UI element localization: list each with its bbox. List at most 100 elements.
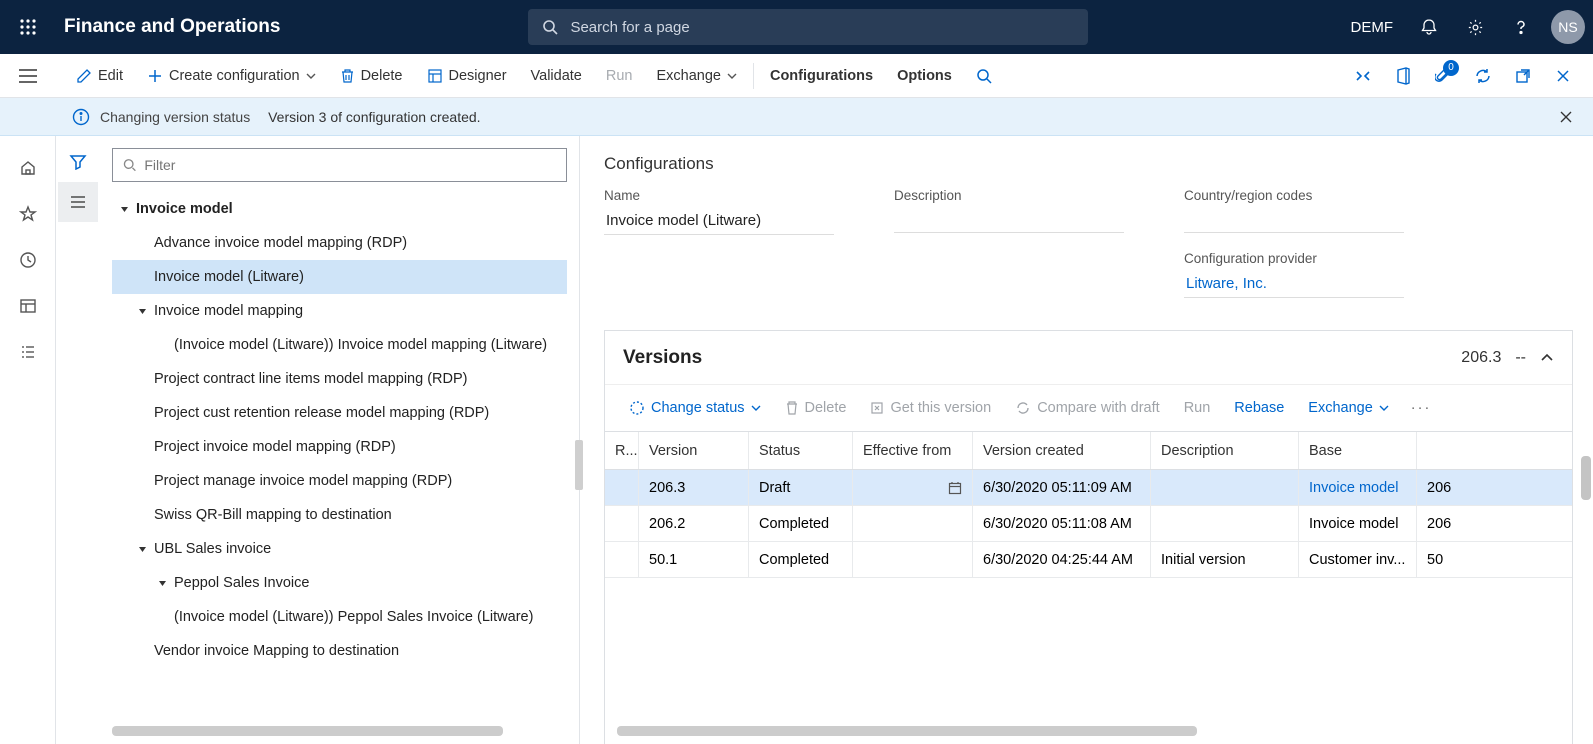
- modules-icon[interactable]: [6, 330, 50, 374]
- settings-icon[interactable]: [1455, 7, 1495, 47]
- cell-base[interactable]: Customer inv...: [1299, 542, 1417, 577]
- tree-node[interactable]: Project invoice model mapping (RDP): [112, 430, 567, 464]
- refresh-icon[interactable]: [1465, 58, 1501, 94]
- change-status-button[interactable]: Change status: [619, 396, 771, 420]
- validate-button[interactable]: Validate: [519, 54, 594, 97]
- options-tab[interactable]: Options: [885, 54, 964, 97]
- horizontal-scrollbar[interactable]: [112, 726, 503, 736]
- exchange-button[interactable]: Exchange: [644, 54, 749, 97]
- cell-r: [605, 506, 639, 541]
- cell-status: Completed: [749, 542, 853, 577]
- get-version-button: Get this version: [860, 396, 1001, 420]
- cell-created: 6/30/2020 04:25:44 AM: [973, 542, 1151, 577]
- download-icon: [870, 401, 884, 415]
- provider-link[interactable]: Litware, Inc.: [1184, 272, 1404, 298]
- filter-pane-icon[interactable]: [58, 142, 98, 182]
- delete-button[interactable]: Delete: [328, 54, 415, 97]
- attachments-icon[interactable]: 0: [1425, 58, 1461, 94]
- version-dash: --: [1515, 349, 1526, 367]
- table-header-row: R... Version Status Effective from Versi…: [605, 432, 1572, 470]
- filter-text-field[interactable]: [144, 157, 556, 173]
- search-placeholder: Search for a page: [570, 19, 689, 36]
- description-value[interactable]: [894, 209, 1124, 233]
- tree-node[interactable]: Swiss QR-Bill mapping to destination: [112, 498, 567, 532]
- favorites-icon[interactable]: [6, 192, 50, 236]
- col-base-num[interactable]: [1417, 432, 1489, 469]
- home-icon[interactable]: [6, 146, 50, 190]
- configurations-tab[interactable]: Configurations: [758, 54, 885, 97]
- close-page-icon[interactable]: [1545, 58, 1581, 94]
- collapse-icon[interactable]: [1540, 353, 1554, 363]
- tree-node[interactable]: UBL Sales invoice: [112, 532, 567, 566]
- app-launcher-icon[interactable]: [8, 18, 48, 36]
- table-row[interactable]: 50.1Completed6/30/2020 04:25:44 AMInitia…: [605, 542, 1572, 578]
- list-view-icon[interactable]: [58, 182, 98, 222]
- plus-icon: [147, 68, 163, 84]
- tree-filter-input[interactable]: [112, 148, 567, 182]
- global-search-input[interactable]: Search for a page: [528, 9, 1088, 45]
- designer-button[interactable]: Designer: [415, 54, 519, 97]
- user-avatar[interactable]: NS: [1551, 10, 1585, 44]
- version-exchange-button[interactable]: Exchange: [1298, 396, 1399, 420]
- tree-node[interactable]: Peppol Sales Invoice: [112, 566, 567, 600]
- col-version[interactable]: Version: [639, 432, 749, 469]
- calendar-icon[interactable]: [948, 481, 962, 495]
- table-row[interactable]: 206.3Draft6/30/2020 05:11:09 AMInvoice m…: [605, 470, 1572, 506]
- version-delete-button: Delete: [775, 396, 857, 420]
- tree-panel: Invoice model Advance invoice model mapp…: [56, 136, 580, 744]
- compare-button: Compare with draft: [1005, 396, 1170, 420]
- tree-node[interactable]: (Invoice model (Litware)) Peppol Sales I…: [112, 600, 567, 634]
- table-horizontal-scrollbar[interactable]: [617, 726, 1197, 736]
- help-icon[interactable]: [1501, 7, 1541, 47]
- tree-node-root[interactable]: Invoice model: [112, 192, 567, 226]
- tree-node[interactable]: Invoice model mapping: [112, 294, 567, 328]
- edit-button[interactable]: Edit: [64, 54, 135, 97]
- notifications-icon[interactable]: [1409, 7, 1449, 47]
- tree-node[interactable]: (Invoice model (Litware)) Invoice model …: [112, 328, 567, 362]
- cell-base-num: 206: [1417, 470, 1489, 505]
- col-created[interactable]: Version created: [973, 432, 1151, 469]
- designer-icon: [427, 68, 443, 84]
- cell-base[interactable]: Invoice model: [1299, 470, 1417, 505]
- cell-status: Draft: [749, 470, 853, 505]
- col-description[interactable]: Description: [1151, 432, 1299, 469]
- more-actions-icon[interactable]: ···: [1403, 400, 1440, 416]
- tree-node[interactable]: Project manage invoice model mapping (RD…: [112, 464, 567, 498]
- company-code[interactable]: DEMF: [1341, 19, 1404, 36]
- left-rail: [0, 136, 56, 744]
- name-label: Name: [604, 188, 834, 203]
- cell-version: 206.3: [639, 470, 749, 505]
- cell-r: [605, 470, 639, 505]
- recent-icon[interactable]: [6, 238, 50, 282]
- connector-icon[interactable]: [1345, 58, 1381, 94]
- table-row[interactable]: 206.2Completed6/30/2020 05:11:08 AMInvoi…: [605, 506, 1572, 542]
- create-configuration-button[interactable]: Create configuration: [135, 54, 328, 97]
- cell-base[interactable]: Invoice model: [1299, 506, 1417, 541]
- rebase-button[interactable]: Rebase: [1224, 396, 1294, 420]
- tree-node-selected[interactable]: Invoice model (Litware): [112, 260, 567, 294]
- banner-close-icon[interactable]: [1555, 106, 1577, 128]
- tree-node[interactable]: Project contract line items model mappin…: [112, 362, 567, 396]
- col-effective[interactable]: Effective from: [853, 432, 973, 469]
- col-r[interactable]: R...: [605, 432, 639, 469]
- country-value[interactable]: [1184, 209, 1404, 233]
- find-button[interactable]: [964, 54, 1004, 97]
- hamburger-menu-icon[interactable]: [12, 60, 44, 92]
- vertical-scrollbar[interactable]: [1581, 456, 1591, 500]
- configuration-tree: Invoice model Advance invoice model mapp…: [112, 192, 567, 720]
- detail-section-title: Configurations: [604, 154, 1573, 174]
- office-icon[interactable]: [1385, 58, 1421, 94]
- app-title: Finance and Operations: [48, 16, 280, 38]
- workspaces-icon[interactable]: [6, 284, 50, 328]
- tree-node[interactable]: Vendor invoice Mapping to destination: [112, 634, 567, 668]
- tree-node[interactable]: Advance invoice model mapping (RDP): [112, 226, 567, 260]
- chevron-down-icon: [1379, 405, 1389, 411]
- name-value[interactable]: Invoice model (Litware): [604, 209, 834, 235]
- col-base[interactable]: Base: [1299, 432, 1417, 469]
- tree-node[interactable]: Project cust retention release model map…: [112, 396, 567, 430]
- cell-r: [605, 542, 639, 577]
- attachments-badge: 0: [1443, 60, 1459, 76]
- col-status[interactable]: Status: [749, 432, 853, 469]
- popout-icon[interactable]: [1505, 58, 1541, 94]
- cell-effective: [853, 470, 973, 505]
